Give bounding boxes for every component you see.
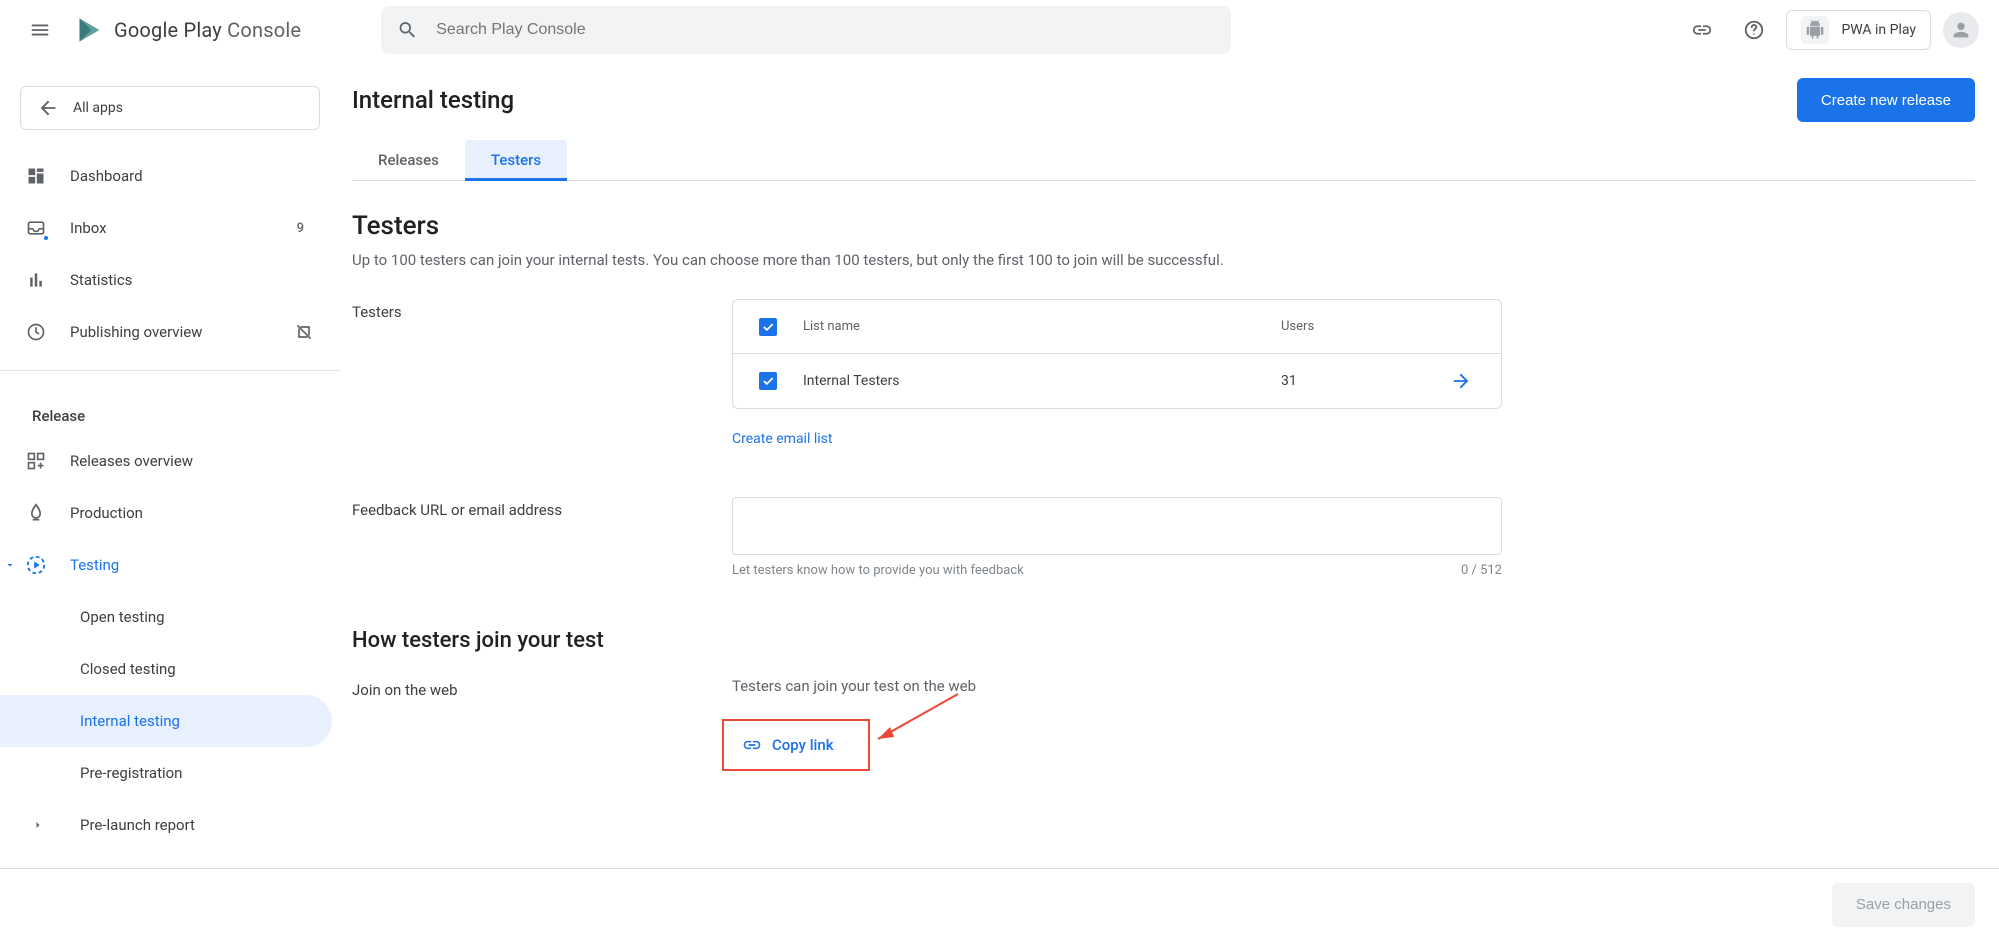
sidebar-item-label: Pre-launch report: [80, 816, 195, 834]
chevron-down-icon: [4, 559, 16, 571]
help-icon: [1743, 19, 1765, 41]
row-checkbox[interactable]: [759, 372, 777, 390]
chevron-right-icon: [32, 819, 44, 831]
check-icon: [761, 320, 775, 334]
play-console-logo[interactable]: Google Play Console: [76, 16, 301, 44]
play-console-logo-text: Google Play Console: [114, 18, 301, 42]
feedback-label: Feedback URL or email address: [352, 497, 732, 578]
inbox-icon: [24, 216, 48, 240]
feedback-input[interactable]: [732, 497, 1502, 555]
menu-icon: [29, 19, 51, 41]
search-icon: [397, 19, 418, 41]
sidebar-item-label: Statistics: [70, 271, 132, 289]
testing-icon: [24, 553, 48, 577]
help-button[interactable]: [1734, 10, 1774, 50]
search-bar[interactable]: [381, 6, 1231, 54]
hamburger-menu-button[interactable]: [20, 10, 60, 50]
sidebar-section-release: Release: [0, 383, 340, 435]
sidebar-item-label: Publishing overview: [70, 323, 202, 341]
sidebar-item-dashboard[interactable]: Dashboard: [0, 150, 340, 202]
copy-link-button[interactable]: Copy link: [732, 725, 844, 765]
feedback-counter: 0 / 512: [1461, 563, 1502, 578]
join-web-desc: Testers can join your test on the web: [732, 677, 1502, 695]
arrow-right-icon: [1450, 370, 1472, 392]
col-users: Users: [1281, 319, 1421, 334]
copy-link-label: Copy link: [772, 736, 834, 754]
sidebar-sub-pre-launch-report[interactable]: Pre-launch report: [0, 799, 340, 851]
create-new-release-button[interactable]: Create new release: [1797, 78, 1975, 122]
app-chip-label: PWA in Play: [1841, 22, 1916, 38]
sidebar-item-label: Releases overview: [70, 452, 193, 470]
testers-table: List name Users Internal Tes: [732, 299, 1502, 409]
check-icon: [761, 374, 775, 388]
how-heading: How testers join your test: [352, 628, 1552, 653]
sidebar: All apps Dashboard Inbox 9 Statistics Pu…: [0, 60, 340, 940]
link-icon: [742, 735, 762, 755]
sidebar-sub-open-testing[interactable]: Open testing: [0, 591, 340, 643]
production-icon: [24, 501, 48, 525]
inbox-badge: 9: [297, 221, 316, 236]
sidebar-item-label: Dashboard: [70, 167, 143, 185]
tab-releases[interactable]: Releases: [352, 140, 465, 180]
sidebar-item-publishing-overview[interactable]: Publishing overview: [0, 306, 340, 358]
create-email-list-link[interactable]: Create email list: [732, 431, 832, 447]
all-apps-button[interactable]: All apps: [20, 86, 320, 130]
dashboard-icon: [24, 164, 48, 188]
join-web-label: Join on the web: [352, 677, 732, 765]
person-icon: [1950, 19, 1972, 41]
sidebar-sub-closed-testing[interactable]: Closed testing: [0, 643, 340, 695]
testers-subtitle: Up to 100 testers can join your internal…: [352, 251, 1552, 269]
sidebar-item-testing[interactable]: Testing: [0, 539, 340, 591]
sidebar-sub-pre-registration[interactable]: Pre-registration: [0, 747, 340, 799]
android-icon: [1801, 16, 1829, 44]
row-list-name: Internal Testers: [803, 373, 1261, 389]
all-apps-label: All apps: [73, 100, 123, 116]
sidebar-item-production[interactable]: Production: [0, 487, 340, 539]
select-all-checkbox[interactable]: [759, 318, 777, 336]
sidebar-item-label: Testing: [70, 556, 119, 574]
link-icon: [1691, 19, 1713, 41]
sidebar-item-label: Production: [70, 504, 143, 522]
sidebar-sub-internal-testing[interactable]: Internal testing: [0, 695, 332, 747]
row-users: 31: [1281, 373, 1421, 389]
testers-heading: Testers: [352, 211, 1552, 241]
app-selector-chip[interactable]: PWA in Play: [1786, 10, 1931, 50]
feedback-hint: Let testers know how to provide you with…: [732, 563, 1024, 578]
col-list-name: List name: [803, 319, 1261, 334]
search-input[interactable]: [434, 20, 1215, 40]
sidebar-item-inbox[interactable]: Inbox 9: [0, 202, 340, 254]
page-title: Internal testing: [352, 86, 514, 114]
testers-row-label: Testers: [352, 299, 732, 447]
tabs: Releases Testers: [352, 140, 1975, 181]
row-open-button[interactable]: [1441, 370, 1481, 392]
link-button[interactable]: [1682, 10, 1722, 50]
play-logo-icon: [76, 16, 104, 44]
sidebar-item-label: Inbox: [70, 219, 107, 237]
table-row[interactable]: Internal Testers 31: [733, 354, 1501, 408]
stats-icon: [24, 268, 48, 292]
managed-publishing-off-icon: [292, 320, 316, 344]
sidebar-item-releases-overview[interactable]: Releases overview: [0, 435, 340, 487]
bottom-bar: Save changes: [0, 868, 1999, 940]
tab-testers[interactable]: Testers: [465, 140, 567, 180]
arrow-left-icon: [37, 97, 59, 119]
publishing-icon: [24, 320, 48, 344]
user-avatar[interactable]: [1943, 12, 1979, 48]
sidebar-item-statistics[interactable]: Statistics: [0, 254, 340, 306]
save-changes-button[interactable]: Save changes: [1832, 883, 1975, 927]
annotation-arrow-icon: [868, 689, 968, 749]
releases-overview-icon: [24, 449, 48, 473]
